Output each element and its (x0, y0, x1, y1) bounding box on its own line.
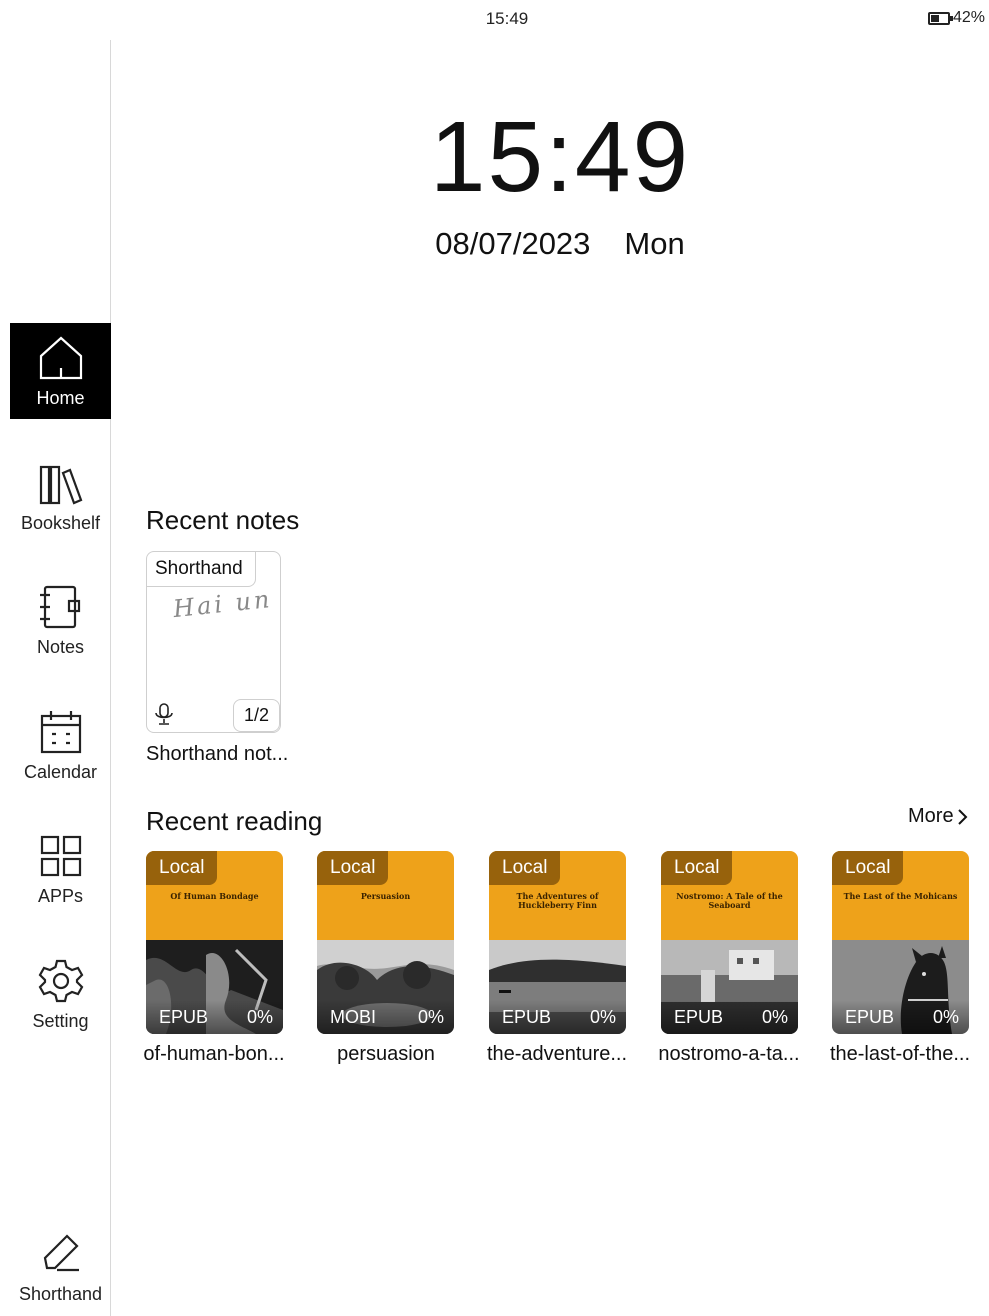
book-name[interactable]: of-human-bon... (134, 1043, 294, 1066)
book-source-tag: Local (832, 851, 904, 885)
nav-setting-label: Setting (32, 1010, 89, 1031)
book-progress: 0% (589, 1006, 616, 1027)
book-progress: 0% (932, 1006, 959, 1027)
book-cover-title: The Last of the Mohicans (843, 891, 958, 901)
gear-icon (38, 959, 83, 1002)
clock-weekday: Mon (624, 226, 685, 261)
clock-date-row: 08/07/2023 Mon (400, 226, 720, 262)
recent-reading-title: Recent reading (146, 806, 323, 836)
note-type-tag: Shorthand (147, 552, 256, 587)
book-name[interactable]: the-adventure... (477, 1043, 637, 1066)
book-meta-overlay: EPUB 0% (661, 1000, 798, 1034)
book-source-tag: Local (661, 851, 733, 885)
book-cover-title: Of Human Bondage (170, 891, 259, 901)
book-card[interactable]: Local The Adventures of Huckleberry Finn… (489, 851, 626, 1034)
book-format: EPUB (502, 1006, 552, 1027)
book-cover-title: Nostromo: A Tale of the Seaboard (676, 891, 783, 910)
calendar-icon (40, 710, 81, 753)
notebook-icon (39, 585, 80, 628)
note-card[interactable]: Shorthand Hai un 1/2 (146, 551, 281, 733)
nav-bookshelf[interactable]: Bookshelf (10, 448, 111, 544)
book-source-tag: Local (489, 851, 561, 885)
book-source-tag: Local (317, 851, 389, 885)
status-bar-time: 15:49 (485, 9, 529, 28)
book-format: EPUB (845, 1006, 895, 1027)
nav-calendar-label: Calendar (23, 761, 98, 782)
home-icon (39, 336, 82, 379)
note-page-count: 1/2 (232, 699, 280, 732)
nav-apps-label: APPs (37, 885, 84, 906)
pen-icon (43, 1233, 79, 1271)
book-meta-overlay: EPUB 0% (489, 1000, 626, 1034)
apps-grid-icon (40, 835, 81, 876)
recent-notes-title: Recent notes (146, 505, 300, 535)
book-card[interactable]: Local Of Human Bondage EPUB 0% (146, 851, 283, 1034)
nav-shorthand[interactable]: Shorthand (10, 1219, 111, 1315)
battery-icon (927, 11, 953, 25)
book-meta-overlay: EPUB 0% (146, 1000, 283, 1034)
book-name[interactable]: persuasion (306, 1043, 466, 1066)
book-format: EPUB (159, 1006, 209, 1027)
more-link-label: More (908, 805, 954, 827)
nav-shorthand-label: Shorthand (18, 1283, 103, 1304)
book-card[interactable]: Local The Last of the Mohicans EPUB 0% (832, 851, 969, 1034)
book-source-tag: Local (146, 851, 218, 885)
book-cover-title: Persuasion (360, 891, 411, 901)
battery-indicator: 42% (927, 9, 985, 27)
clock-date: 08/07/2023 (435, 226, 591, 261)
note-handwriting-preview: Hai un (171, 584, 274, 624)
chevron-right-icon (957, 808, 967, 825)
book-progress: 0% (761, 1006, 788, 1027)
bookshelf-icon (39, 465, 82, 504)
sidebar-divider (110, 40, 111, 1316)
clock-time: 15:49 (429, 101, 691, 213)
microphone-icon (155, 703, 173, 725)
nav-home[interactable]: Home (10, 323, 111, 419)
battery-percent: 42% (952, 9, 985, 26)
more-link[interactable]: More (908, 805, 968, 828)
book-name[interactable]: the-last-of-the... (820, 1043, 980, 1066)
book-progress: 0% (417, 1006, 444, 1027)
battery-fill (930, 14, 939, 22)
book-meta-overlay: MOBI 0% (317, 1000, 454, 1034)
book-name[interactable]: nostromo-a-ta... (649, 1043, 809, 1066)
book-card[interactable]: Local Nostromo: A Tale of the Seaboard E… (661, 851, 798, 1034)
book-format: MOBI (330, 1006, 377, 1027)
nav-calendar[interactable]: Calendar (10, 697, 111, 793)
book-cover-title: The Adventures of Huckleberry Finn (516, 891, 599, 910)
book-meta-overlay: EPUB 0% (832, 1000, 969, 1034)
book-format: EPUB (674, 1006, 724, 1027)
nav-home-label: Home (36, 387, 85, 408)
book-card[interactable]: Local Persuasion MOBI 0% (317, 851, 454, 1034)
nav-notes[interactable]: Notes (10, 572, 111, 668)
nav-bookshelf-label: Bookshelf (20, 512, 101, 533)
note-name[interactable]: Shorthand not... (146, 743, 288, 766)
nav-notes-label: Notes (36, 636, 85, 657)
nav-setting[interactable]: Setting (10, 946, 111, 1042)
book-progress: 0% (246, 1006, 273, 1027)
nav-apps[interactable]: APPs (10, 821, 111, 917)
